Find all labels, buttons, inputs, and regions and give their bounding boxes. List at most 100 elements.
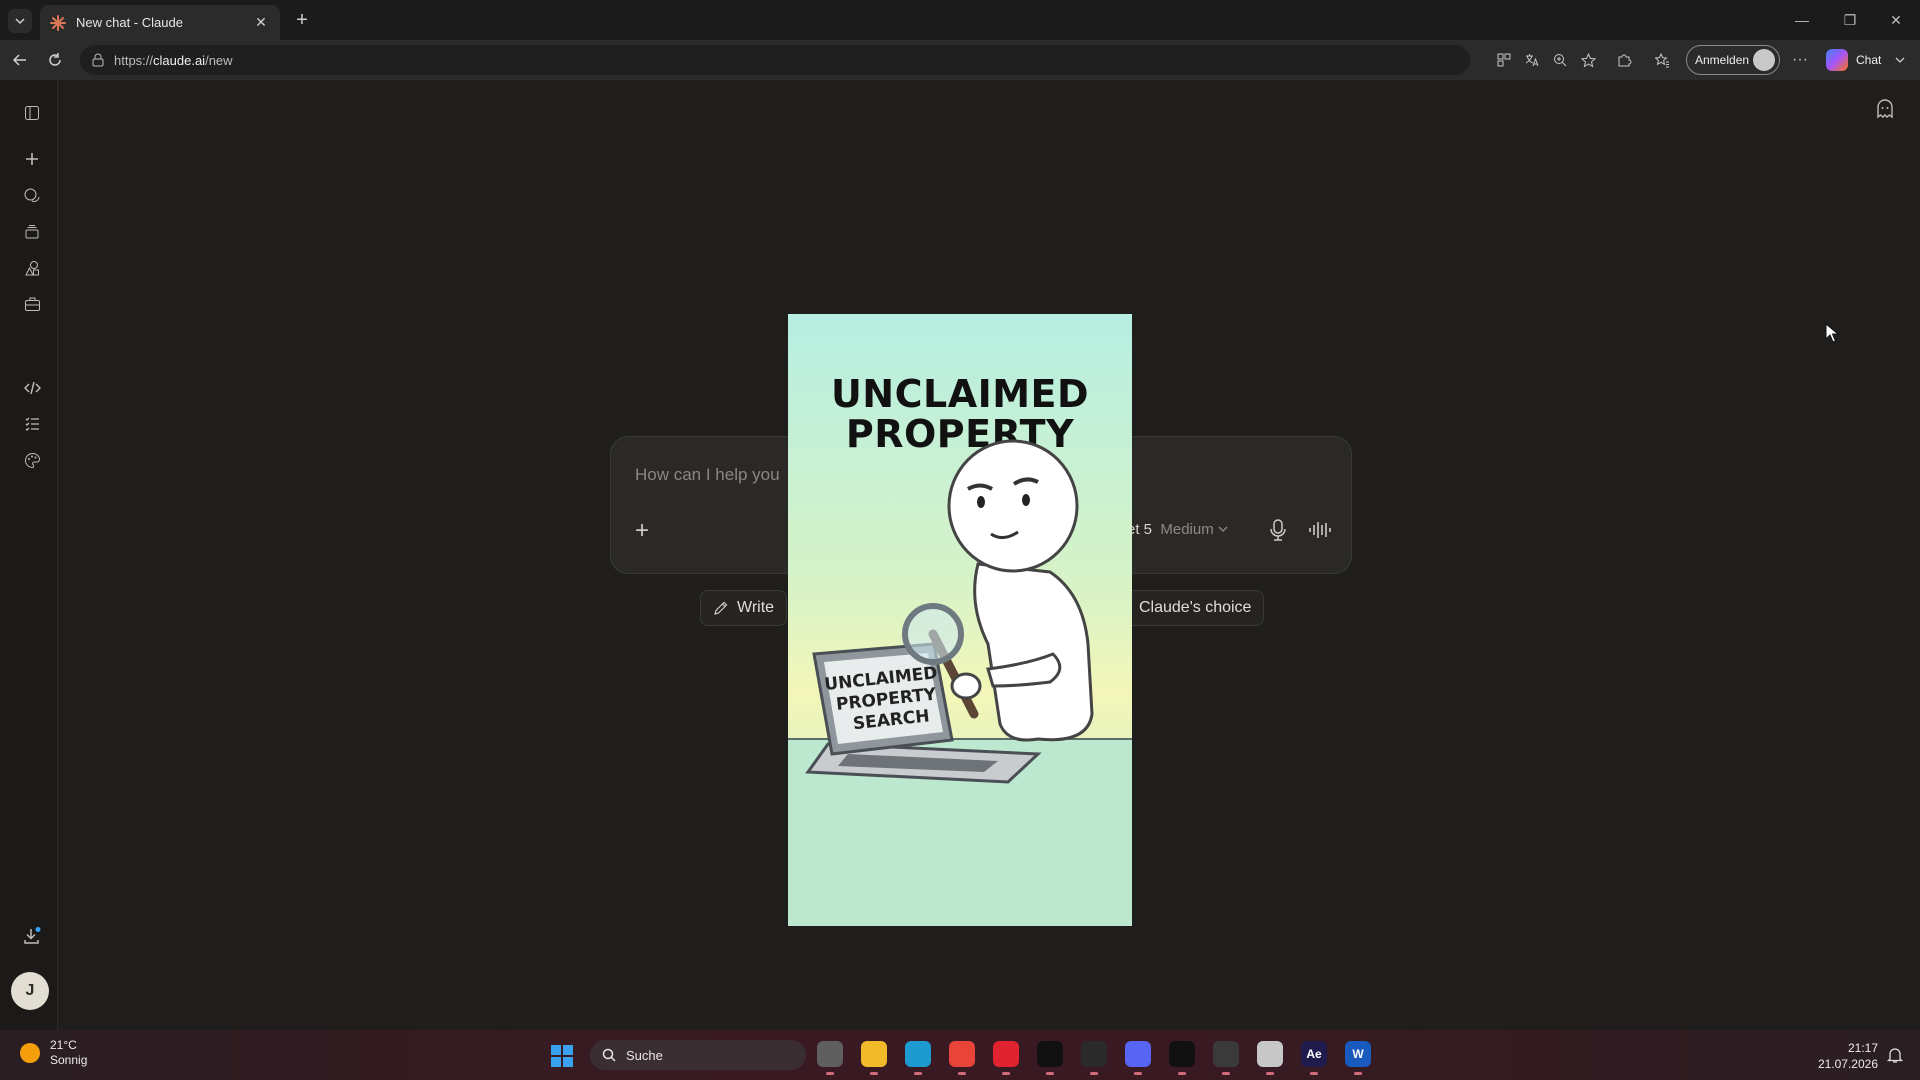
microphone-icon[interactable]: [1267, 517, 1289, 543]
favorites-button[interactable]: [1650, 48, 1674, 72]
translate-button[interactable]: [1520, 48, 1544, 72]
running-indicator: [1310, 1072, 1318, 1075]
zoom-button[interactable]: [1548, 48, 1572, 72]
restore-button[interactable]: ❐: [1840, 10, 1860, 30]
unclaimed-property-poster: UNCLAIMED PROPERTY UNCLAIMED PROPERTY SE…: [788, 314, 1132, 926]
code-icon: [23, 381, 41, 395]
windows-taskbar: 21°C Sonnig Suche Ae W 21:17 21.07.2026: [0, 1030, 1920, 1080]
running-indicator: [914, 1072, 922, 1075]
taskbar-app-chrome[interactable]: [949, 1041, 975, 1075]
reload-button[interactable]: [43, 48, 67, 72]
clock-time: 21:17: [1847, 1041, 1878, 1055]
taskbar-app-after-effects[interactable]: Ae: [1301, 1041, 1327, 1075]
copilot-chat-button[interactable]: Chat: [1826, 48, 1905, 72]
download-icon: [24, 927, 41, 944]
running-indicator: [826, 1072, 834, 1075]
back-button[interactable]: [8, 48, 32, 72]
write-chip[interactable]: Write: [700, 590, 788, 626]
tab-close-button[interactable]: ✕: [252, 14, 270, 31]
poster-illustration: UNCLAIMED PROPERTY SEARCH: [805, 439, 1094, 784]
user-avatar[interactable]: J: [11, 972, 49, 1010]
composer-placeholder: How can I help you: [635, 465, 780, 484]
code-button[interactable]: [19, 375, 45, 401]
stack-icon: [25, 225, 39, 239]
start-button[interactable]: [551, 1045, 573, 1067]
notification-bell-icon[interactable]: [1886, 1046, 1904, 1064]
new-chat-button[interactable]: [19, 146, 45, 172]
close-window-button[interactable]: ✕: [1886, 10, 1906, 30]
puzzle-icon: [1618, 54, 1631, 66]
taskbar-search[interactable]: Suche: [590, 1040, 806, 1070]
taskbar-app-label: W: [1352, 1047, 1364, 1061]
app-available-button[interactable]: [1492, 48, 1516, 72]
taskbar-app-file-explorer[interactable]: [861, 1041, 887, 1075]
taskbar-app-chatgpt[interactable]: [1081, 1041, 1107, 1075]
weather-desc: Sonnig: [50, 1053, 88, 1067]
tools-button[interactable]: [19, 291, 45, 317]
tasks-button[interactable]: [19, 411, 45, 437]
sidebar-toggle-icon: [25, 106, 39, 120]
address-bar[interactable]: https://claude.ai/new: [80, 45, 1470, 75]
system-clock[interactable]: 21:17 21.07.2026: [1810, 1040, 1878, 1072]
favorite-button[interactable]: [1576, 48, 1600, 72]
chevron-down-icon: [1895, 57, 1905, 63]
mouse-cursor-icon: [1825, 323, 1839, 343]
palette-icon: [24, 452, 40, 468]
copilot-icon: [1826, 49, 1848, 71]
tab-actions-menu-button[interactable]: [8, 9, 32, 33]
taskbar-app-label: Ae: [1306, 1047, 1322, 1061]
chat-bubbles-icon: [24, 188, 40, 202]
voice-mode-icon[interactable]: [1307, 517, 1333, 543]
taskbar-app-opera[interactable]: [993, 1041, 1019, 1075]
windows-logo-icon: [551, 1045, 561, 1055]
sidebar: J: [0, 80, 58, 1030]
more-button[interactable]: ···: [1788, 48, 1812, 72]
incognito-chat-button[interactable]: [1872, 96, 1898, 122]
taskbar-app-edge[interactable]: [905, 1041, 931, 1075]
claude-app: J How can I help you + et 5 Medium Write…: [0, 80, 1920, 1030]
claude-logo-icon: [50, 14, 66, 31]
weather-widget[interactable]: 21°C Sonnig: [20, 1038, 87, 1068]
chats-button[interactable]: [19, 183, 45, 209]
ghost-icon: [1877, 99, 1893, 119]
running-indicator: [1178, 1072, 1186, 1075]
taskbar-app-media-player[interactable]: [1213, 1041, 1239, 1075]
running-indicator: [1046, 1072, 1054, 1075]
tab-title: New chat - Claude: [76, 15, 183, 30]
apps-grid-icon: [1497, 53, 1511, 67]
styles-button[interactable]: [19, 447, 45, 473]
taskbar-app-capcut[interactable]: [1037, 1041, 1063, 1075]
star-icon: [1580, 52, 1596, 68]
running-indicator: [1266, 1072, 1274, 1075]
download-app-button[interactable]: [19, 923, 45, 949]
copilot-label: Chat: [1856, 53, 1882, 67]
running-indicator: [1090, 1072, 1098, 1075]
taskbar-app-word[interactable]: W: [1345, 1041, 1371, 1075]
claudes-choice-chip[interactable]: Claude's choice: [1126, 590, 1265, 626]
add-attachment-button[interactable]: +: [635, 517, 649, 545]
shapes-icon: [24, 260, 39, 275]
taskbar-app-capcut-2[interactable]: [1169, 1041, 1195, 1075]
signin-button[interactable]: Anmelden: [1686, 45, 1780, 75]
extensions-button[interactable]: [1612, 48, 1636, 72]
projects-button[interactable]: [19, 219, 45, 245]
toggle-sidebar-button[interactable]: [19, 100, 45, 126]
running-indicator: [1354, 1072, 1362, 1075]
model-selector[interactable]: et 5 Medium: [1127, 521, 1228, 538]
chevron-down-icon: [1218, 526, 1228, 532]
taskbar-app-task-view[interactable]: [817, 1041, 843, 1075]
search-icon: [602, 1048, 616, 1062]
url-host: claude.ai: [153, 52, 206, 68]
minimize-button[interactable]: —: [1792, 10, 1812, 30]
new-tab-button[interactable]: +: [290, 9, 314, 33]
taskbar-app-snipping-tool[interactable]: [1257, 1041, 1283, 1075]
profile-avatar-icon: [1753, 49, 1775, 71]
translate-icon: [1525, 54, 1539, 67]
tab-new-chat[interactable]: New chat - Claude ✕: [40, 5, 280, 40]
artifacts-button[interactable]: [19, 255, 45, 281]
taskbar-app-discord[interactable]: [1125, 1041, 1151, 1075]
running-indicator: [1222, 1072, 1230, 1075]
signin-label: Anmelden: [1695, 53, 1750, 67]
pencil-icon: [714, 601, 728, 615]
url-path: /new: [205, 52, 233, 68]
